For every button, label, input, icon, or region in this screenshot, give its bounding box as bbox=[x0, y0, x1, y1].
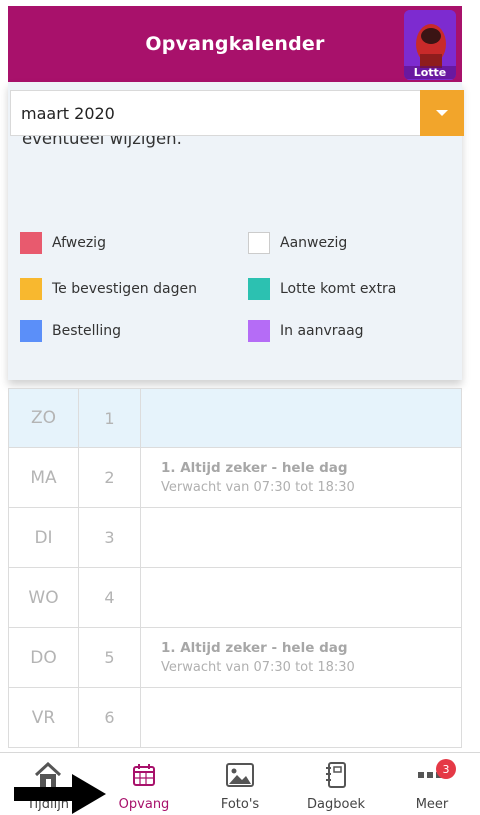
notebook-icon bbox=[325, 761, 347, 789]
care-time: Verwacht van 07:30 tot 18:30 bbox=[161, 660, 355, 675]
legend-swatch bbox=[248, 232, 270, 254]
legend-swatch bbox=[20, 278, 42, 300]
care-type: 1. Altijd zeker - hele dag bbox=[161, 640, 348, 656]
day-name: ZO bbox=[9, 389, 79, 447]
nav-item-fotos[interactable]: Foto's bbox=[192, 753, 288, 815]
legend-label: Lotte komt extra bbox=[280, 281, 397, 297]
notification-badge: 3 bbox=[436, 759, 456, 779]
calendar-row[interactable]: DO 5 1. Altijd zeker - hele dag Verwacht… bbox=[8, 628, 462, 688]
legend-label: In aanvraag bbox=[280, 323, 364, 339]
nav-label: Dagboek bbox=[307, 797, 365, 812]
legend-label: Afwezig bbox=[52, 235, 106, 251]
calendar-row[interactable]: DI 3 bbox=[8, 508, 462, 568]
calendar-row[interactable]: WO 4 bbox=[8, 568, 462, 628]
legend-swatch bbox=[248, 278, 270, 300]
calendar-list: ZO 1 MA 2 1. Altijd zeker - hele dag Ver… bbox=[8, 388, 462, 748]
day-info: 1. Altijd zeker - hele dag Verwacht van … bbox=[141, 448, 461, 507]
nav-label: Meer bbox=[415, 797, 449, 812]
day-info: 1. Altijd zeker - hele dag Verwacht van … bbox=[141, 628, 461, 687]
day-info bbox=[141, 568, 461, 627]
day-name: MA bbox=[9, 448, 79, 507]
day-name: DO bbox=[9, 628, 79, 687]
day-name: VR bbox=[9, 688, 79, 747]
day-name: WO bbox=[9, 568, 79, 627]
care-time: Verwacht van 07:30 tot 18:30 bbox=[161, 480, 355, 495]
month-dropdown-button[interactable] bbox=[420, 90, 464, 136]
chevron-down-icon bbox=[436, 110, 448, 116]
day-number: 5 bbox=[79, 628, 141, 687]
legend-item-afwezig: Afwezig bbox=[20, 232, 106, 254]
calendar-row[interactable]: ZO 1 bbox=[8, 388, 462, 448]
day-name: DI bbox=[9, 508, 79, 567]
day-number: 3 bbox=[79, 508, 141, 567]
calendar-row[interactable]: MA 2 1. Altijd zeker - hele dag Verwacht… bbox=[8, 448, 462, 508]
care-type: 1. Altijd zeker - hele dag bbox=[161, 460, 348, 476]
calendar-row[interactable]: VR 6 bbox=[8, 688, 462, 748]
avatar[interactable]: Lotte bbox=[404, 10, 456, 80]
month-select[interactable]: maart 2020 bbox=[10, 90, 464, 136]
legend-swatch bbox=[20, 232, 42, 254]
legend-swatch bbox=[248, 320, 270, 342]
page-title: Opvangkalender bbox=[145, 33, 325, 55]
day-number: 6 bbox=[79, 688, 141, 747]
nav-item-meer[interactable]: 3 Meer bbox=[384, 753, 480, 815]
legend-item-in-aanvraag: In aanvraag bbox=[248, 320, 364, 342]
calendar-icon bbox=[132, 761, 156, 789]
legend-label: Aanwezig bbox=[280, 235, 348, 251]
legend-swatch bbox=[20, 320, 42, 342]
image-icon bbox=[226, 761, 254, 789]
nav-item-dagboek[interactable]: Dagboek bbox=[288, 753, 384, 815]
legend-label: Bestelling bbox=[52, 323, 122, 339]
day-info bbox=[141, 508, 461, 567]
month-select-value: maart 2020 bbox=[21, 103, 115, 123]
nav-label: Opvang bbox=[118, 797, 170, 812]
legend-item-te-bevestigen: Te bevestigen dagen bbox=[20, 278, 197, 300]
day-number: 4 bbox=[79, 568, 141, 627]
nav-item-opvang[interactable]: Opvang bbox=[96, 753, 192, 815]
day-info bbox=[141, 389, 461, 447]
avatar-name: Lotte bbox=[404, 66, 456, 79]
app-header: Opvangkalender Lotte bbox=[8, 6, 462, 82]
arrow-pointer-icon bbox=[14, 774, 106, 814]
legend-label: Te bevestigen dagen bbox=[52, 281, 197, 297]
day-number: 1 bbox=[79, 389, 141, 447]
nav-label: Foto's bbox=[220, 797, 260, 812]
legend-item-komt-extra: Lotte komt extra bbox=[248, 278, 396, 300]
legend-item-bestelling: Bestelling bbox=[20, 320, 121, 342]
legend-item-aanwezig: Aanwezig bbox=[248, 232, 347, 254]
day-number: 2 bbox=[79, 448, 141, 507]
day-info bbox=[141, 688, 461, 747]
